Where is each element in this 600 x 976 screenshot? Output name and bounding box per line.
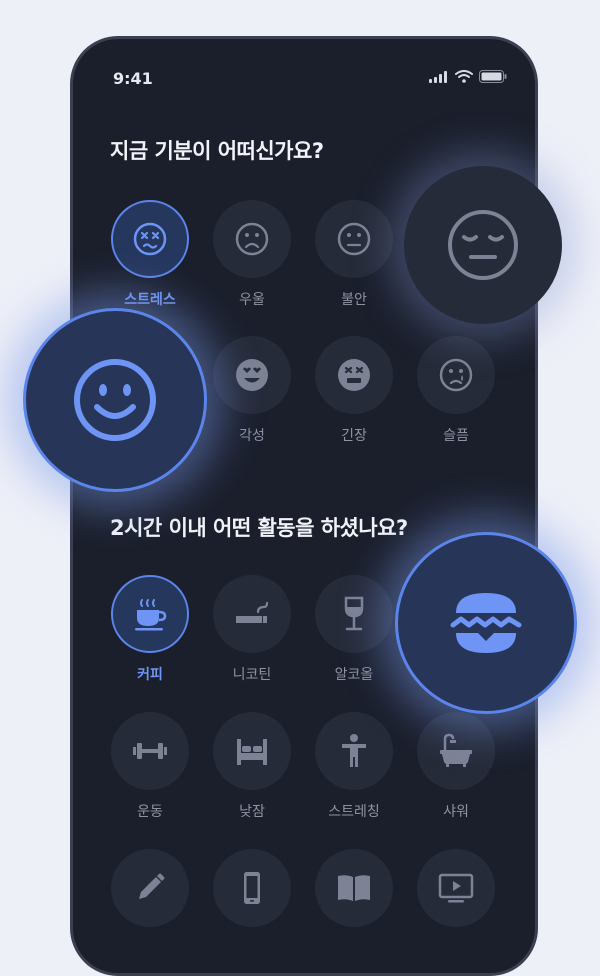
smartphone-icon: [244, 872, 260, 904]
activity-label: 커피: [137, 667, 163, 683]
activity-circle: [315, 712, 393, 790]
sad-face-icon: [235, 222, 269, 256]
mood-label: 슬픔: [443, 428, 469, 444]
mood-circle: [213, 200, 291, 278]
activity-question: 2시간 이내 어떤 활동을 하셨나요?: [110, 516, 408, 540]
neutral-face-icon: [337, 222, 371, 256]
activity-circle: [417, 712, 495, 790]
cigarette-icon: [236, 601, 269, 623]
burger-icon: [450, 593, 522, 653]
activity-item-alcohol[interactable]: 알코올: [314, 575, 394, 684]
mood-circle: [111, 200, 189, 278]
zoomed-happy-face: [23, 308, 207, 492]
activity-circle: [315, 849, 393, 927]
mood-label: 긴장: [341, 428, 367, 444]
calm-face-icon: [448, 210, 518, 280]
mood-circle: [315, 336, 393, 414]
status-time: 9:41: [113, 69, 153, 88]
mood-circle: [315, 200, 393, 278]
mood-item-sad[interactable]: 슬픔: [416, 336, 496, 445]
zoomed-burger: [395, 532, 577, 714]
battery-icon: [479, 70, 507, 83]
activity-circle: [213, 849, 291, 927]
activity-item-coffee[interactable]: 커피: [110, 575, 190, 684]
book-icon: [338, 875, 370, 901]
crying-face-icon: [439, 358, 473, 392]
signal-icon: [429, 70, 447, 83]
zoomed-neutral-face: [404, 166, 562, 324]
mood-item-tense[interactable]: 긴장: [314, 336, 394, 445]
mood-label: 각성: [239, 428, 265, 444]
activity-item-writing[interactable]: [110, 849, 190, 927]
activity-item-nap[interactable]: 낮잠: [212, 712, 292, 821]
activity-circle: [111, 712, 189, 790]
activity-circle: [417, 849, 495, 927]
activity-item-shower[interactable]: 샤워: [416, 712, 496, 821]
tense-face-icon: [338, 359, 370, 391]
activity-label: 샤워: [443, 804, 469, 820]
wifi-icon: [455, 70, 473, 83]
activity-circle: [111, 849, 189, 927]
pencil-icon: [139, 873, 165, 899]
mood-label: 우울: [239, 292, 265, 308]
wine-glass-icon: [344, 596, 364, 631]
activity-item-exercise[interactable]: 운동: [110, 712, 190, 821]
activity-item-phone[interactable]: [212, 849, 292, 927]
activity-circle: [111, 575, 189, 653]
heart-eyes-face-icon: [236, 359, 268, 391]
mood-item-depressed[interactable]: 우울: [212, 200, 292, 309]
bathtub-icon: [440, 733, 472, 767]
activity-label: 니코틴: [232, 667, 272, 683]
smile-face-icon: [74, 359, 156, 441]
activity-label: 운동: [137, 804, 163, 820]
stretching-person-icon: [342, 734, 366, 767]
status-icons: [429, 70, 507, 83]
activity-item-video[interactable]: [416, 849, 496, 927]
mood-circle: [417, 336, 495, 414]
mood-item-stress[interactable]: 스트레스: [110, 200, 190, 309]
mood-label: 불안: [341, 292, 367, 308]
bed-icon: [237, 739, 267, 765]
dizzy-face-icon: [133, 222, 167, 256]
activity-label: 낮잠: [239, 804, 265, 820]
activity-item-reading[interactable]: [314, 849, 394, 927]
activity-label: 스트레칭: [328, 804, 380, 820]
tv-play-icon: [438, 873, 474, 903]
mood-item-anxious[interactable]: 불안: [314, 200, 394, 309]
activity-item-nicotine[interactable]: 니코틴: [212, 575, 292, 684]
activity-circle: [315, 575, 393, 653]
dumbbell-icon: [133, 743, 167, 759]
mood-circle: [213, 336, 291, 414]
mood-item-alert[interactable]: 각성: [212, 336, 292, 445]
activity-circle: [213, 575, 291, 653]
coffee-icon: [135, 599, 167, 631]
mood-label: 스트레스: [124, 292, 176, 308]
activity-circle: [213, 712, 291, 790]
status-bar: 9:41: [73, 39, 535, 119]
mood-question: 지금 기분이 어떠신가요?: [110, 139, 324, 163]
activity-label: 알코올: [334, 667, 374, 683]
activity-item-stretching[interactable]: 스트레칭: [314, 712, 394, 821]
